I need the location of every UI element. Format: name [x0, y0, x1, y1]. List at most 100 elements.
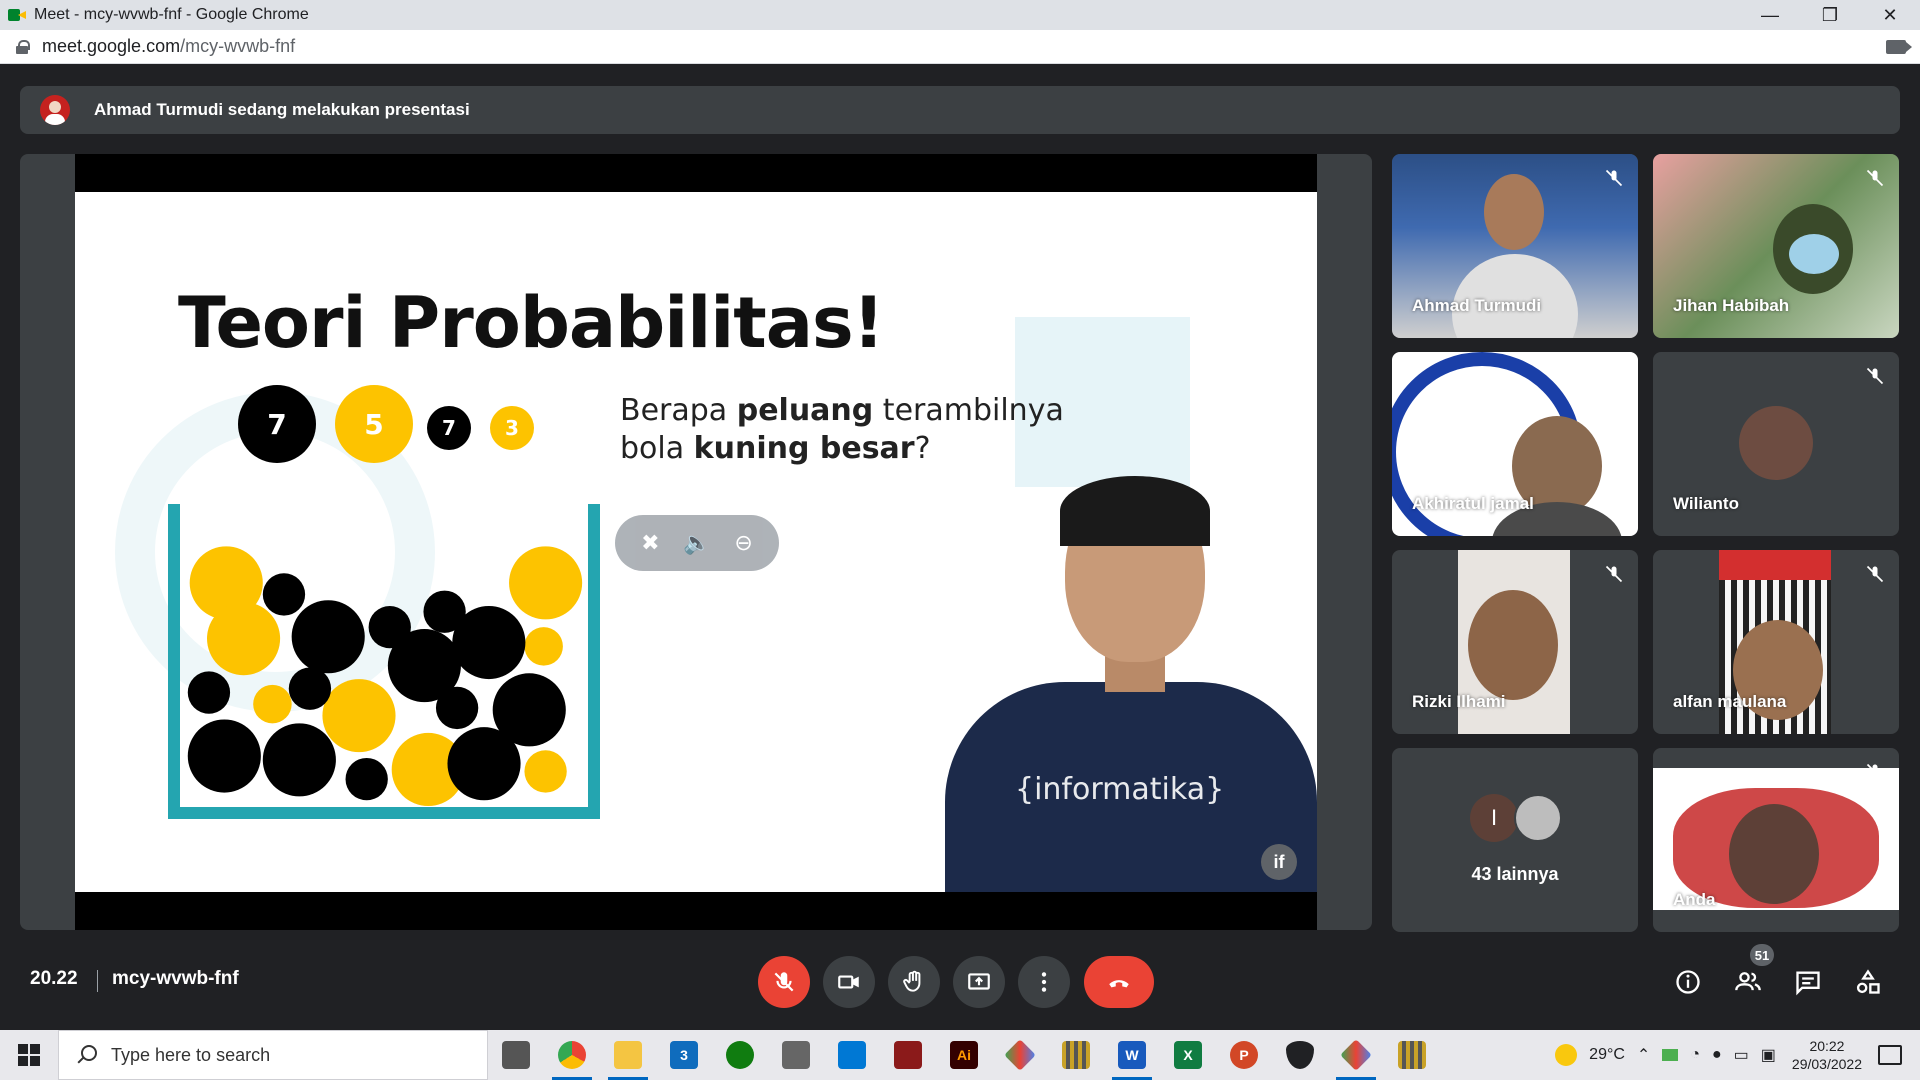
- info-icon: [1676, 970, 1700, 994]
- taskbar-chrome[interactable]: [544, 1030, 600, 1080]
- more-participants-tile[interactable]: I 43 lainnya: [1392, 748, 1638, 932]
- diamond-app-icon: [1340, 1039, 1372, 1071]
- windows-logo-icon: [18, 1044, 40, 1066]
- more-participants-label: 43 lainnya: [1471, 864, 1559, 884]
- tray-chevron-icon[interactable]: ⌃: [1637, 1045, 1650, 1065]
- presenter-avatar: [40, 95, 70, 125]
- q2-pre: bola: [620, 431, 694, 466]
- participant-face: [1468, 590, 1558, 700]
- activities-button[interactable]: [1848, 962, 1888, 1002]
- jar-balls: [187, 546, 583, 807]
- slide-frame: Teori Probabilitas! 7 5 7 3 Berapa pelua…: [75, 154, 1317, 930]
- divider: [97, 970, 98, 992]
- taskbar-vscode[interactable]: [824, 1030, 880, 1080]
- unpin-icon[interactable]: ✖: [635, 528, 665, 558]
- participant-name: Jihan Habibah: [1673, 296, 1790, 315]
- mic-off-icon: [1604, 366, 1624, 386]
- meeting-control-bar: 20.22 mcy-wvwb-fnf 51: [0, 940, 1920, 1030]
- presenter-hair: [1060, 476, 1210, 546]
- window-title: Meet - mcy-wvwb-fnf - Google Chrome: [34, 6, 309, 23]
- ball-jar: [168, 504, 600, 819]
- end-call-icon: [1109, 980, 1129, 988]
- presentation-banner-text: Ahmad Turmudi sedang melakukan presentas…: [94, 100, 470, 119]
- weather-temp[interactable]: 29°C: [1589, 1046, 1625, 1064]
- task-view-button[interactable]: [488, 1030, 544, 1080]
- shirt-logo-text: {informatika}: [1015, 772, 1225, 807]
- diamond-app-icon: [1004, 1039, 1036, 1071]
- taskbar-camera[interactable]: [768, 1030, 824, 1080]
- xbox-icon: [726, 1041, 754, 1069]
- taskbar-app-diamond[interactable]: [992, 1030, 1048, 1080]
- participant-face: [1729, 804, 1819, 904]
- remove-icon[interactable]: ⊖: [729, 528, 759, 558]
- striped-app-icon: [1398, 1041, 1426, 1069]
- mic-off-icon: [1865, 168, 1885, 188]
- meeting-details-button[interactable]: [1668, 962, 1708, 1002]
- media-controls[interactable]: ✖ 🔈 ⊖: [615, 515, 779, 571]
- participant-tile[interactable]: Akhiratul jamal: [1392, 352, 1638, 536]
- weather-icon[interactable]: [1555, 1044, 1578, 1066]
- taskbar-powerpoint[interactable]: P: [1216, 1030, 1272, 1080]
- chat-button[interactable]: [1788, 962, 1828, 1002]
- participant-tile[interactable]: Wilianto: [1653, 352, 1899, 536]
- close-window-button[interactable]: ✕: [1860, 0, 1920, 30]
- nvidia-icon[interactable]: [1662, 1049, 1679, 1061]
- taskbar-xbox[interactable]: [712, 1030, 768, 1080]
- mic-off-icon: [1865, 762, 1885, 782]
- meeting-time: 20.22: [30, 968, 78, 989]
- taskbar-app-striped-2[interactable]: [1384, 1030, 1440, 1080]
- participant-avatar: [1739, 406, 1813, 480]
- presenter-video: {informatika}: [945, 476, 1317, 892]
- taskbar-clock[interactable]: 20:22 29/03/2022: [1792, 1037, 1862, 1073]
- taskbar-app-striped[interactable]: [1048, 1030, 1104, 1080]
- volume-icon[interactable]: 🔈: [682, 528, 712, 558]
- url-text[interactable]: meet.google.com/mcy-wvwb-fnf: [42, 36, 1886, 57]
- taskbar-illustrator[interactable]: Ai: [936, 1030, 992, 1080]
- shapes-icon: [1856, 969, 1880, 994]
- mic-off-icon: [1604, 564, 1624, 584]
- present-screen-button[interactable]: [953, 956, 1005, 1008]
- leave-call-button[interactable]: [1084, 956, 1154, 1008]
- camera-toggle-button[interactable]: [823, 956, 875, 1008]
- q1-post: terambilnya: [873, 393, 1064, 428]
- self-tile[interactable]: Anda: [1653, 748, 1899, 932]
- participant-tile[interactable]: alfan maulana: [1653, 550, 1899, 734]
- more-avatar-initial: I: [1470, 794, 1518, 842]
- participant-tile[interactable]: Jihan Habibah: [1653, 154, 1899, 338]
- lock-icon[interactable]: [16, 39, 30, 54]
- participant-tile[interactable]: Rizki Ilhami: [1392, 550, 1638, 734]
- q2-bold: kuning besar: [693, 431, 915, 466]
- microphone-toggle-button[interactable]: [758, 956, 810, 1008]
- display-icon[interactable]: ▣: [1761, 1045, 1776, 1065]
- more-options-button[interactable]: [1018, 956, 1070, 1008]
- microphone-tray-icon[interactable]: ●: [1712, 1046, 1722, 1064]
- address-bar[interactable]: meet.google.com/mcy-wvwb-fnf: [0, 30, 1920, 64]
- url-domain: meet.google.com: [42, 36, 181, 56]
- striped-app-icon: [1062, 1041, 1090, 1069]
- taskbar-word[interactable]: W: [1104, 1030, 1160, 1080]
- maximize-button[interactable]: ❐: [1800, 0, 1860, 30]
- taskbar-app-diamond-2[interactable]: [1328, 1030, 1384, 1080]
- battery-icon[interactable]: ▭: [1734, 1045, 1749, 1065]
- taskbar-search[interactable]: Type here to search: [58, 1030, 488, 1080]
- url-path: /mcy-wvwb-fnf: [180, 36, 296, 56]
- notification-icon[interactable]: [1878, 1045, 1902, 1065]
- taskbar-security[interactable]: [1272, 1030, 1328, 1080]
- minimize-button[interactable]: —: [1740, 0, 1800, 30]
- presentation-tile[interactable]: Teori Probabilitas! 7 5 7 3 Berapa pelua…: [20, 154, 1372, 930]
- wifi-icon[interactable]: ◔: [1690, 1046, 1700, 1064]
- q2-post: ?: [914, 431, 931, 466]
- mail-icon: 3: [670, 1041, 698, 1069]
- raise-hand-button[interactable]: [888, 956, 940, 1008]
- taskbar-excel[interactable]: X: [1160, 1030, 1216, 1080]
- participant-tile[interactable]: Ahmad Turmudi: [1392, 154, 1638, 338]
- ball-label-small-yellow: 3: [490, 406, 534, 450]
- slide-title: Teori Probabilitas!: [178, 282, 885, 364]
- more-vert-icon: [1041, 972, 1047, 992]
- camera-in-use-icon[interactable]: [1886, 39, 1912, 54]
- taskbar-file-explorer[interactable]: [600, 1030, 656, 1080]
- people-button[interactable]: [1728, 962, 1768, 1002]
- taskbar-app-red[interactable]: [880, 1030, 936, 1080]
- start-button[interactable]: [0, 1030, 58, 1080]
- taskbar-mail[interactable]: 3: [656, 1030, 712, 1080]
